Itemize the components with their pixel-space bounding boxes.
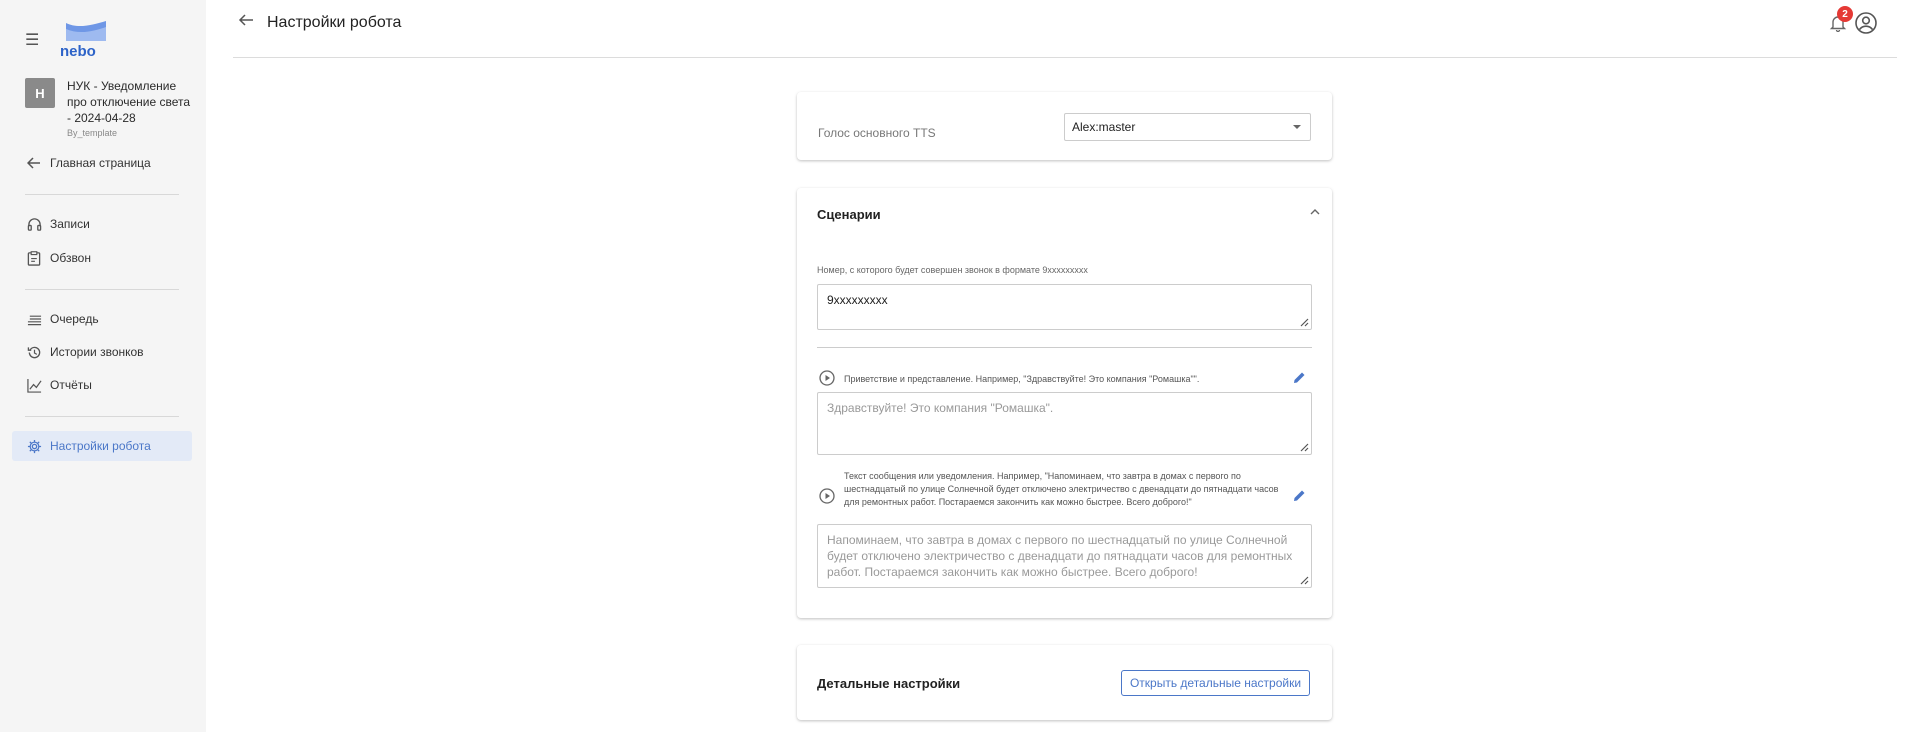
phone-field-label: Номер, с которого будет совершен звонок … xyxy=(817,265,1088,275)
queue-icon xyxy=(26,311,42,327)
sidebar-item-dialing[interactable]: Обзвон xyxy=(12,243,192,273)
nebo-logo[interactable]: nebo xyxy=(58,21,108,59)
tts-label: Голос основного TTS xyxy=(818,126,936,140)
sidebar-item-records[interactable]: Записи xyxy=(12,209,192,239)
history-icon xyxy=(26,344,42,360)
scenarios-card: Сценарии Номер, с которого будет соверше… xyxy=(797,188,1332,618)
chevron-up-icon[interactable] xyxy=(1309,205,1321,217)
pencil-icon[interactable] xyxy=(1293,489,1306,502)
resize-handle-icon[interactable] xyxy=(1300,576,1309,585)
sidebar-item-queue[interactable]: Очередь xyxy=(12,304,192,334)
sidebar-item-label: Отчёты xyxy=(50,378,92,392)
sidebar-item-robot-settings[interactable]: Настройки робота xyxy=(12,431,192,461)
phone-field[interactable]: 9xxxxxxxxx xyxy=(817,284,1312,330)
gear-icon xyxy=(26,438,42,454)
resize-handle-icon[interactable] xyxy=(1300,443,1309,452)
caret-down-icon xyxy=(1293,125,1301,129)
notification-badge: 2 xyxy=(1837,6,1853,22)
sidebar-item-label: Главная страница xyxy=(50,156,151,170)
sidebar-item-label: Настройки робота xyxy=(50,439,151,453)
sidebar-item-reports[interactable]: Отчёты xyxy=(12,370,192,400)
resize-handle-icon[interactable] xyxy=(1300,318,1309,327)
project-avatar: Н xyxy=(25,78,55,108)
phone-field-value: 9xxxxxxxxx xyxy=(827,293,888,307)
project-name: НУК - Уведомление про отключение света -… xyxy=(67,79,191,125)
logo-text: nebo xyxy=(60,43,96,59)
tts-voice-select[interactable]: Alex:master xyxy=(1064,113,1311,141)
details-title: Детальные настройки xyxy=(817,676,961,691)
divider xyxy=(25,416,179,417)
message-prompt: Текст сообщения или уведомления. Наприме… xyxy=(844,471,1279,507)
sidebar-item-label: Очередь xyxy=(50,312,99,326)
chart-icon xyxy=(26,377,42,393)
play-icon[interactable] xyxy=(819,370,835,386)
divider xyxy=(25,289,179,290)
sidebar-item-call-history[interactable]: Истории звонков xyxy=(12,337,192,367)
greeting-field-placeholder: Здравствуйте! Это компания "Ромашка". xyxy=(827,401,1054,415)
details-card: Детальные настройки Открыть детальные на… xyxy=(797,645,1332,720)
greeting-prompt: Приветствие и представление. Например, "… xyxy=(844,374,1200,384)
headphones-icon xyxy=(26,216,42,232)
account-icon[interactable] xyxy=(1854,11,1878,35)
message-field-placeholder: Напоминаем, что завтра в домах с первого… xyxy=(827,533,1293,579)
play-icon[interactable] xyxy=(819,488,835,504)
tts-voice-value: Alex:master xyxy=(1072,120,1136,134)
sidebar: ☰ nebo Н НУК - Уведомление про отключени… xyxy=(0,0,206,732)
greeting-field[interactable]: Здравствуйте! Это компания "Ромашка". xyxy=(817,392,1312,455)
divider xyxy=(25,194,179,195)
project-subtitle: By_template xyxy=(67,128,118,138)
clipboard-icon xyxy=(26,250,42,266)
open-details-button[interactable]: Открыть детальные настройки xyxy=(1121,670,1310,696)
tts-card: Голос основного TTS Alex:master xyxy=(797,92,1332,160)
sidebar-item-label: Обзвон xyxy=(50,251,91,265)
back-arrow-icon[interactable] xyxy=(238,12,254,33)
message-field[interactable]: Напоминаем, что завтра в домах с первого… xyxy=(817,524,1312,588)
page-title: Настройки робота xyxy=(267,14,402,31)
top-header: Настройки робота 2 xyxy=(233,0,1897,58)
sidebar-item-home[interactable]: Главная страница xyxy=(12,148,192,178)
menu-icon[interactable]: ☰ xyxy=(25,30,39,50)
arrow-left-icon xyxy=(26,155,42,171)
sidebar-item-label: Записи xyxy=(50,217,90,231)
sidebar-item-label: Истории звонков xyxy=(50,345,144,359)
pencil-icon[interactable] xyxy=(1293,371,1306,384)
scenarios-title: Сценарии xyxy=(817,207,881,222)
divider xyxy=(817,347,1312,348)
